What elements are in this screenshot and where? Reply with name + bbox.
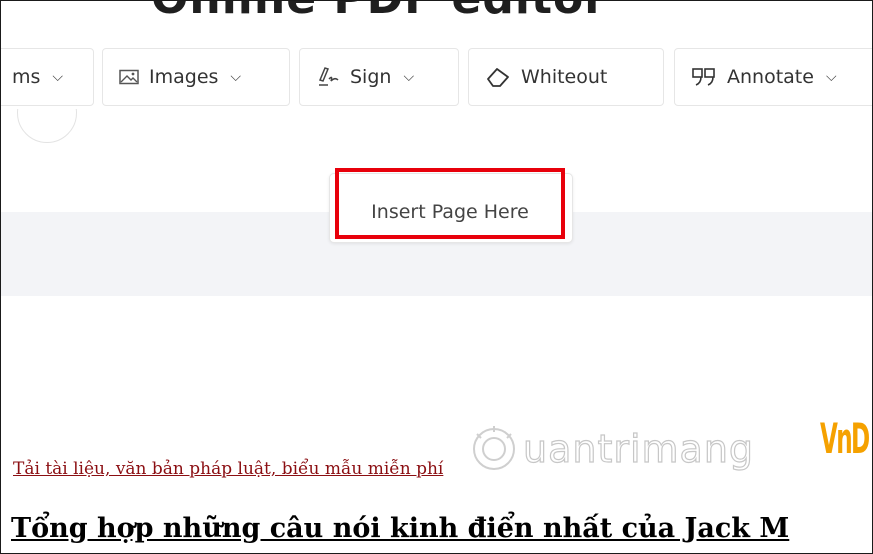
chevron-down-icon: ⌵ — [52, 69, 64, 85]
app-window: Online PDF editor ms ⌵ Images ⌵ Sign ⌵ — [0, 0, 873, 554]
quote-icon — [692, 68, 715, 86]
watermark-logo-icon — [473, 426, 515, 470]
whiteout-button[interactable]: Whiteout — [468, 48, 664, 106]
whiteout-label: Whiteout — [521, 66, 608, 88]
vnd-logo: VnD — [820, 414, 870, 463]
chevron-down-icon: ⌵ — [230, 69, 242, 85]
watermark: uantrimang — [469, 419, 754, 479]
editor-toolbar: ms ⌵ Images ⌵ Sign ⌵ Whiteout Annotate ⌵ — [1, 48, 872, 108]
eraser-icon — [487, 68, 509, 87]
images-button[interactable]: Images ⌵ — [102, 48, 290, 106]
forms-label: ms — [12, 66, 41, 88]
insert-page-highlight[interactable]: Insert Page Here — [335, 168, 565, 239]
annotate-label: Annotate — [727, 66, 814, 88]
image-icon — [119, 69, 139, 85]
download-docs-link[interactable]: Tải tài liệu, văn bản pháp luật, biểu mẫ… — [13, 459, 443, 479]
sign-button[interactable]: Sign ⌵ — [299, 48, 459, 106]
chevron-down-icon: ⌵ — [403, 69, 415, 85]
annotate-button[interactable]: Annotate ⌵ — [674, 48, 872, 106]
page-title: Online PDF editor — [151, 1, 607, 24]
watermark-text: uantrimang — [522, 426, 755, 471]
forms-button[interactable]: ms ⌵ — [1, 48, 94, 106]
signature-icon — [318, 67, 339, 86]
sign-label: Sign — [350, 66, 392, 88]
images-label: Images — [149, 66, 219, 88]
chevron-down-icon: ⌵ — [825, 69, 837, 85]
insert-page-label: Insert Page Here — [371, 201, 529, 223]
document-heading[interactable]: Tổng hợp những câu nói kinh điển nhất củ… — [11, 513, 789, 544]
